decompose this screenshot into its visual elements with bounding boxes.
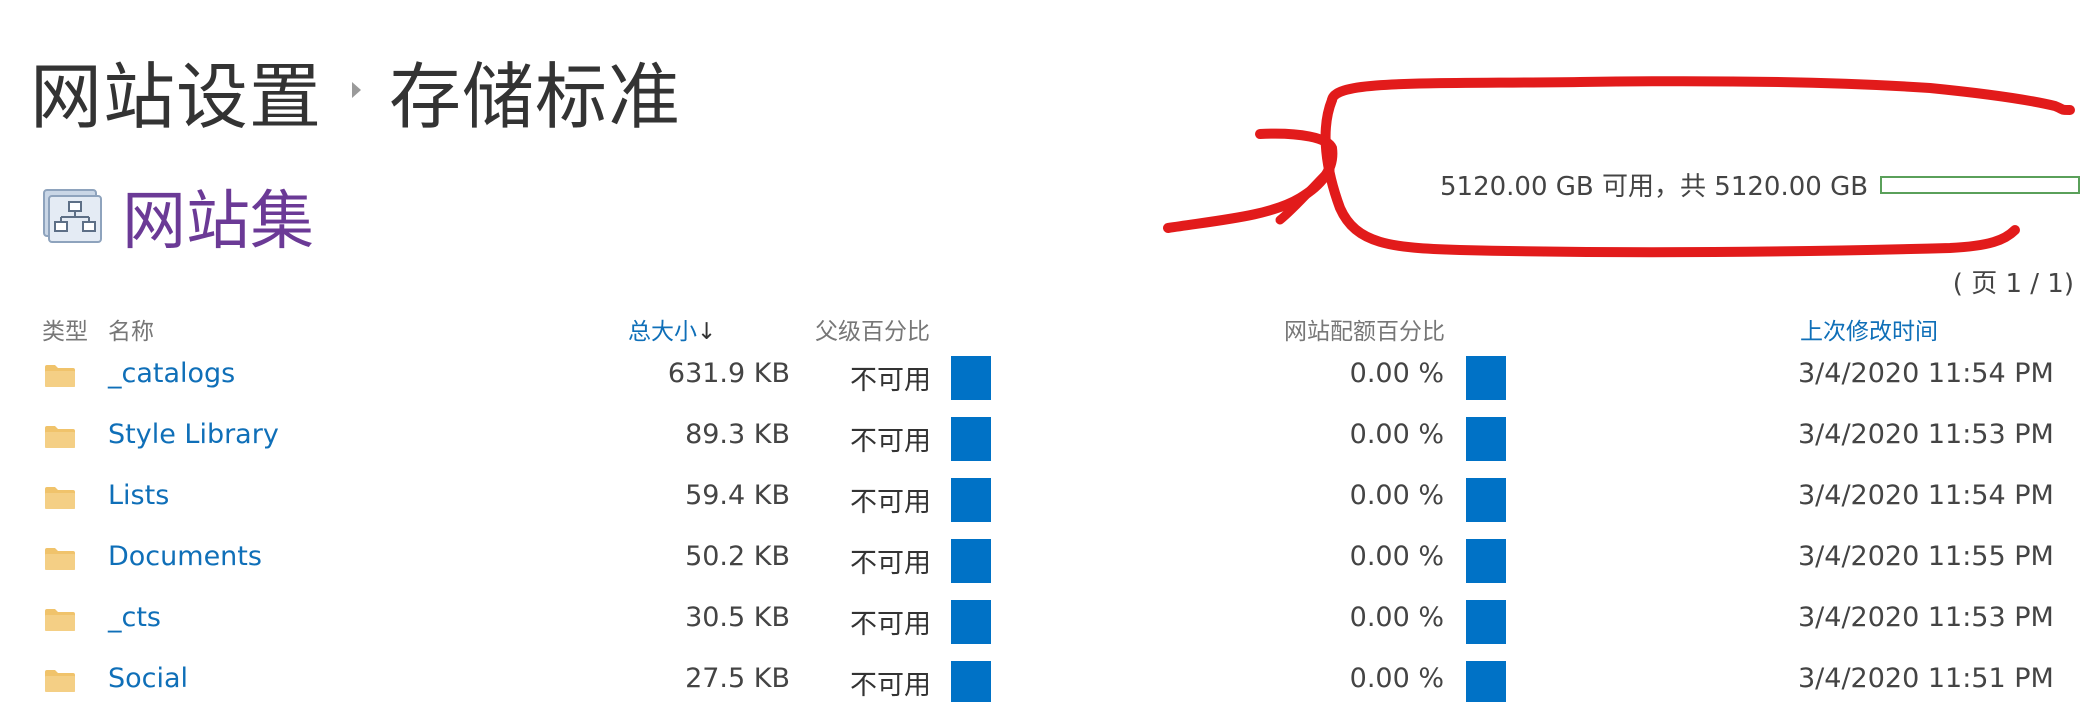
parent-percent-bar <box>951 478 991 522</box>
parent-percent-bar <box>951 661 991 702</box>
item-quota-percent: 0.00 % <box>1349 541 1444 572</box>
page-indicator: ( 页 1 / 1) <box>1952 269 2074 299</box>
item-parent-percent: 不可用 <box>850 548 931 579</box>
site-collection-title: 网站集 <box>122 185 314 259</box>
item-last-modified: 3/4/2020 11:54 PM <box>1798 480 2054 511</box>
table-row: _catalogs 631.9 KB 不可用 0.00 % 3/4/2020 1… <box>0 344 2100 405</box>
storage-table: 类型 名称 总大小↓ 父级百分比 网站配额百分比 上次修改时间 _catalog… <box>0 308 2100 702</box>
header-type: 类型 <box>42 319 88 345</box>
item-quota-percent: 0.00 % <box>1349 419 1444 450</box>
table-body: _catalogs 631.9 KB 不可用 0.00 % 3/4/2020 1… <box>0 344 2100 702</box>
item-parent-percent: 不可用 <box>850 426 931 457</box>
folder-icon <box>45 487 75 509</box>
item-parent-percent: 不可用 <box>850 487 931 518</box>
table-row: Style Library 89.3 KB 不可用 0.00 % 3/4/202… <box>0 405 2100 466</box>
item-name-link[interactable]: Social <box>108 663 188 694</box>
quota-percent-bar <box>1466 356 1506 400</box>
item-last-modified: 3/4/2020 11:53 PM <box>1798 419 2054 450</box>
quota-text: 5120.00 GB 可用，共 5120.00 GB <box>1440 172 1869 202</box>
folder-icon <box>45 609 75 631</box>
item-name-link[interactable]: Lists <box>108 480 169 511</box>
item-size: 27.5 KB <box>685 663 790 694</box>
item-size: 631.9 KB <box>667 358 790 389</box>
table-row: Lists 59.4 KB 不可用 0.00 % 3/4/2020 11:54 … <box>0 466 2100 527</box>
quota-percent-bar <box>1466 661 1506 702</box>
quota-usage-bar <box>1880 175 2081 194</box>
header-name: 名称 <box>108 319 154 345</box>
header-parent-percent: 父级百分比 <box>815 319 930 345</box>
storage-metrics-page: 网站设置 存储标准 网站集 5120.00 GB 可用，共 5120.00 GB <box>0 0 2100 702</box>
site-collection-header: 网站集 <box>40 170 314 262</box>
item-parent-percent: 不可用 <box>850 365 931 396</box>
item-quota-percent: 0.00 % <box>1349 358 1444 389</box>
item-name-link[interactable]: Style Library <box>108 419 279 450</box>
item-last-modified: 3/4/2020 11:53 PM <box>1798 602 2054 633</box>
quota-percent-bar <box>1466 539 1506 583</box>
parent-percent-bar <box>951 356 991 400</box>
page-title: 存储标准 <box>389 54 682 139</box>
table-header: 类型 名称 总大小↓ 父级百分比 网站配额百分比 上次修改时间 <box>0 308 2100 346</box>
header-quota-percent: 网站配额百分比 <box>1284 319 1445 345</box>
item-quota-percent: 0.00 % <box>1349 602 1444 633</box>
item-quota-percent: 0.00 % <box>1349 480 1444 511</box>
header-total-size-label: 总大小 <box>628 319 697 345</box>
item-last-modified: 3/4/2020 11:54 PM <box>1798 358 2054 389</box>
breadcrumb-site-settings-link[interactable]: 网站设置 <box>30 38 322 143</box>
item-name-link[interactable]: _catalogs <box>108 358 235 389</box>
item-last-modified: 3/4/2020 11:55 PM <box>1798 541 2054 572</box>
quota-percent-bar <box>1466 417 1506 461</box>
breadcrumb-separator-icon <box>352 82 362 98</box>
sort-descending-icon: ↓ <box>697 319 717 345</box>
quota-percent-bar <box>1466 600 1506 644</box>
item-parent-percent: 不可用 <box>850 609 931 640</box>
parent-percent-bar <box>951 417 991 461</box>
quota-summary: 5120.00 GB 可用，共 5120.00 GB <box>1440 166 2081 203</box>
folder-icon <box>45 548 75 570</box>
item-name-link[interactable]: Documents <box>108 541 262 572</box>
table-row: _cts 30.5 KB 不可用 0.00 % 3/4/2020 11:53 P… <box>0 588 2100 649</box>
header-last-modified[interactable]: 上次修改时间 <box>1800 312 1938 346</box>
header-total-size[interactable]: 总大小↓ <box>628 312 716 346</box>
folder-icon <box>45 670 75 692</box>
item-last-modified: 3/4/2020 11:51 PM <box>1798 663 2054 694</box>
item-size: 89.3 KB <box>685 419 790 450</box>
table-row: Social 27.5 KB 不可用 0.00 % 3/4/2020 11:51… <box>0 649 2100 702</box>
item-size: 50.2 KB <box>685 541 790 572</box>
item-size: 30.5 KB <box>685 602 790 633</box>
parent-percent-bar <box>951 600 991 644</box>
item-name-link[interactable]: _cts <box>108 602 161 633</box>
quota-percent-bar <box>1466 478 1506 522</box>
table-row: Documents 50.2 KB 不可用 0.00 % 3/4/2020 11… <box>0 527 2100 588</box>
item-size: 59.4 KB <box>685 480 790 511</box>
parent-percent-bar <box>951 539 991 583</box>
folder-icon <box>45 365 75 387</box>
item-quota-percent: 0.00 % <box>1349 663 1444 694</box>
site-hierarchy-icon <box>43 189 102 243</box>
breadcrumb: 网站设置 存储标准 <box>30 40 681 140</box>
folder-icon <box>45 426 75 448</box>
item-parent-percent: 不可用 <box>850 670 931 701</box>
